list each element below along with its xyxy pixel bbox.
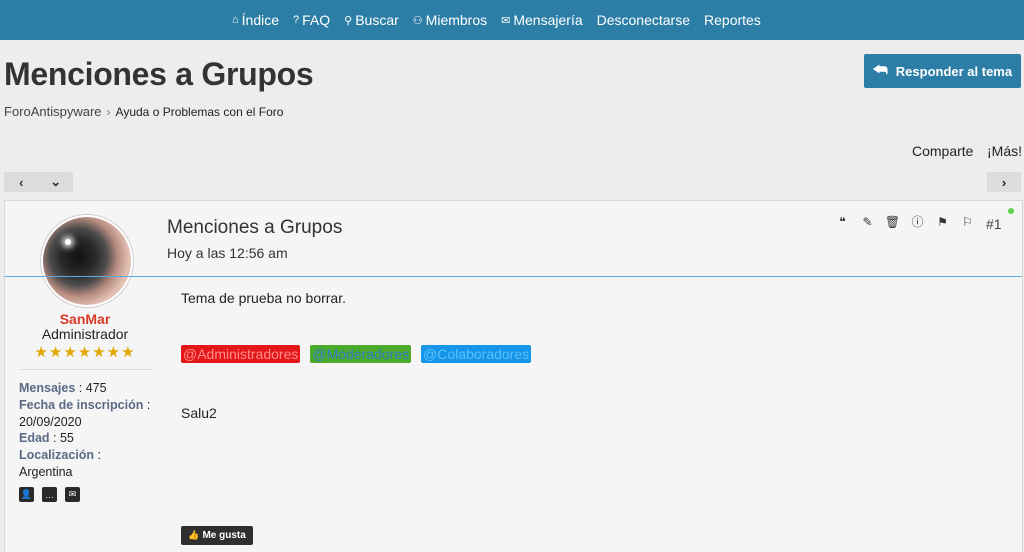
reply-arrow-icon: ⮪ [872, 62, 888, 79]
nav-label: Buscar [355, 12, 399, 28]
thumbs-up-icon: 👍 [188, 530, 200, 540]
reply-button-label: Responder al tema [895, 63, 1013, 79]
top-navbar: ⌂ Índice ? FAQ ⚲ Buscar ⚇ Miembros ✉ Mensajer… [0, 0, 1024, 40]
nav-faq[interactable]: ? FAQ [293, 12, 330, 28]
profile-joined: Fecha de inscripción : [19, 397, 151, 412]
report-icon[interactable]: ⚐ [955, 215, 980, 229]
profile-location: Localización : [19, 448, 101, 463]
nav-messages[interactable]: ✉ Mensajería [501, 12, 582, 28]
post-title[interactable]: Menciones a Grupos [167, 217, 342, 239]
delete-icon[interactable]: 🗑 [880, 215, 905, 229]
mention-moderadores[interactable]: @Moderadores [310, 345, 412, 363]
profile-age: Edad : 55 [19, 431, 74, 446]
nav-label: Miembros [425, 12, 488, 28]
profile-location-label: Localización [19, 448, 95, 463]
post-toolbar: ❝ ✎ 🗑 ⓘ ⚑ ⚐ [830, 213, 980, 230]
next-page-button[interactable]: › [987, 172, 1021, 192]
nav-logout[interactable]: Desconectarse [597, 12, 690, 28]
profile-age-value: 55 [59, 431, 74, 446]
members-icon: ⚇ [412, 14, 423, 27]
prev-page-button[interactable]: ‹ [4, 172, 39, 192]
nav-search[interactable]: ⚲ Buscar [344, 12, 399, 28]
edit-icon[interactable]: ✎ [855, 215, 880, 229]
profile-age-label: Edad [19, 431, 50, 446]
question-icon: ? [293, 14, 300, 26]
profile-posts: Mensajes : 475 [19, 381, 107, 395]
profile-icon[interactable]: 👤 [19, 487, 34, 502]
profile-joined-label: Fecha de inscripción [19, 397, 144, 412]
post-number[interactable]: #1 [986, 216, 1002, 232]
search-icon: ⚲ [344, 14, 353, 27]
profile-contact-icons: 👤 … ✉ [19, 487, 88, 502]
flag-icon[interactable]: ⚑ [930, 215, 955, 229]
mention-colaboradores[interactable]: @Colaboradores [421, 345, 532, 363]
chevron-right-icon: › [106, 104, 111, 119]
email-icon[interactable]: ✉ [65, 487, 80, 502]
rank-stars: ★★★★★★★ [34, 344, 136, 361]
jump-page-button[interactable]: ⌄ [39, 172, 74, 192]
nav-members[interactable]: ⚇ Miembros [413, 12, 487, 28]
mentions: @Administradores @Moderadores @Colaborad… [181, 345, 541, 363]
reply-button[interactable]: ⮪ Responder al tema [864, 54, 1021, 88]
author-profile-info: Mensajes : 475 Fecha de inscripción : 20… [19, 380, 150, 481]
chat-icon[interactable]: … [42, 487, 57, 502]
profile-divider [19, 369, 153, 370]
profile-posts-value: 475 [85, 381, 107, 395]
author-rank: Administrador [41, 326, 129, 342]
page-title: Menciones a Grupos [4, 56, 314, 92]
post-signoff: Salu2 [181, 405, 217, 421]
post-header-divider [5, 276, 1022, 277]
quote-icon[interactable]: ❝ [830, 215, 855, 229]
profile-location-value: Argentina [19, 464, 73, 479]
pager-left: ‹ ⌄ [4, 172, 73, 192]
nav-label: Reportes [704, 12, 761, 28]
main-nav: ⌂ Índice ? FAQ ⚲ Buscar ⚇ Miembros ✉ Mensajer… [232, 0, 775, 40]
like-button-label: Me gusta [202, 530, 246, 541]
post-date: Hoy a las 12:56 am [167, 245, 288, 261]
breadcrumb-item-category[interactable]: Ayuda o Problemas con el Foro [116, 105, 284, 119]
avatar-highlight [65, 239, 71, 245]
breadcrumb: ForoAntispyware › Ayuda o Problemas con … [4, 104, 283, 119]
nav-label: Índice [241, 12, 280, 28]
online-status-indicator [1008, 208, 1014, 214]
like-button[interactable]: 👍 Me gusta [181, 526, 253, 545]
mail-icon: ✉ [501, 14, 511, 27]
author-username[interactable]: SanMar [5, 311, 165, 327]
avatar[interactable] [41, 215, 133, 307]
home-icon: ⌂ [232, 14, 239, 26]
post-body-text: Tema de prueba no borrar. [181, 290, 346, 306]
profile-posts-label: Mensajes [19, 381, 76, 395]
nav-label: FAQ [302, 12, 331, 28]
info-icon[interactable]: ⓘ [905, 213, 930, 230]
nav-label: Mensajería [513, 12, 583, 28]
nav-reports[interactable]: Reportes [704, 12, 761, 28]
more-link[interactable]: ¡Más! [987, 143, 1022, 159]
mention-administradores[interactable]: @Administradores [181, 345, 301, 363]
breadcrumb-item-forum[interactable]: ForoAntispyware [4, 104, 102, 119]
nav-label: Desconectarse [596, 12, 691, 28]
nav-index[interactable]: ⌂ Índice [232, 12, 279, 28]
post: SanMar Administrador ★★★★★★★ Mensajes : … [4, 200, 1023, 552]
share-link[interactable]: Comparte [912, 143, 973, 159]
profile-joined-value: 20/09/2020 [19, 414, 82, 429]
